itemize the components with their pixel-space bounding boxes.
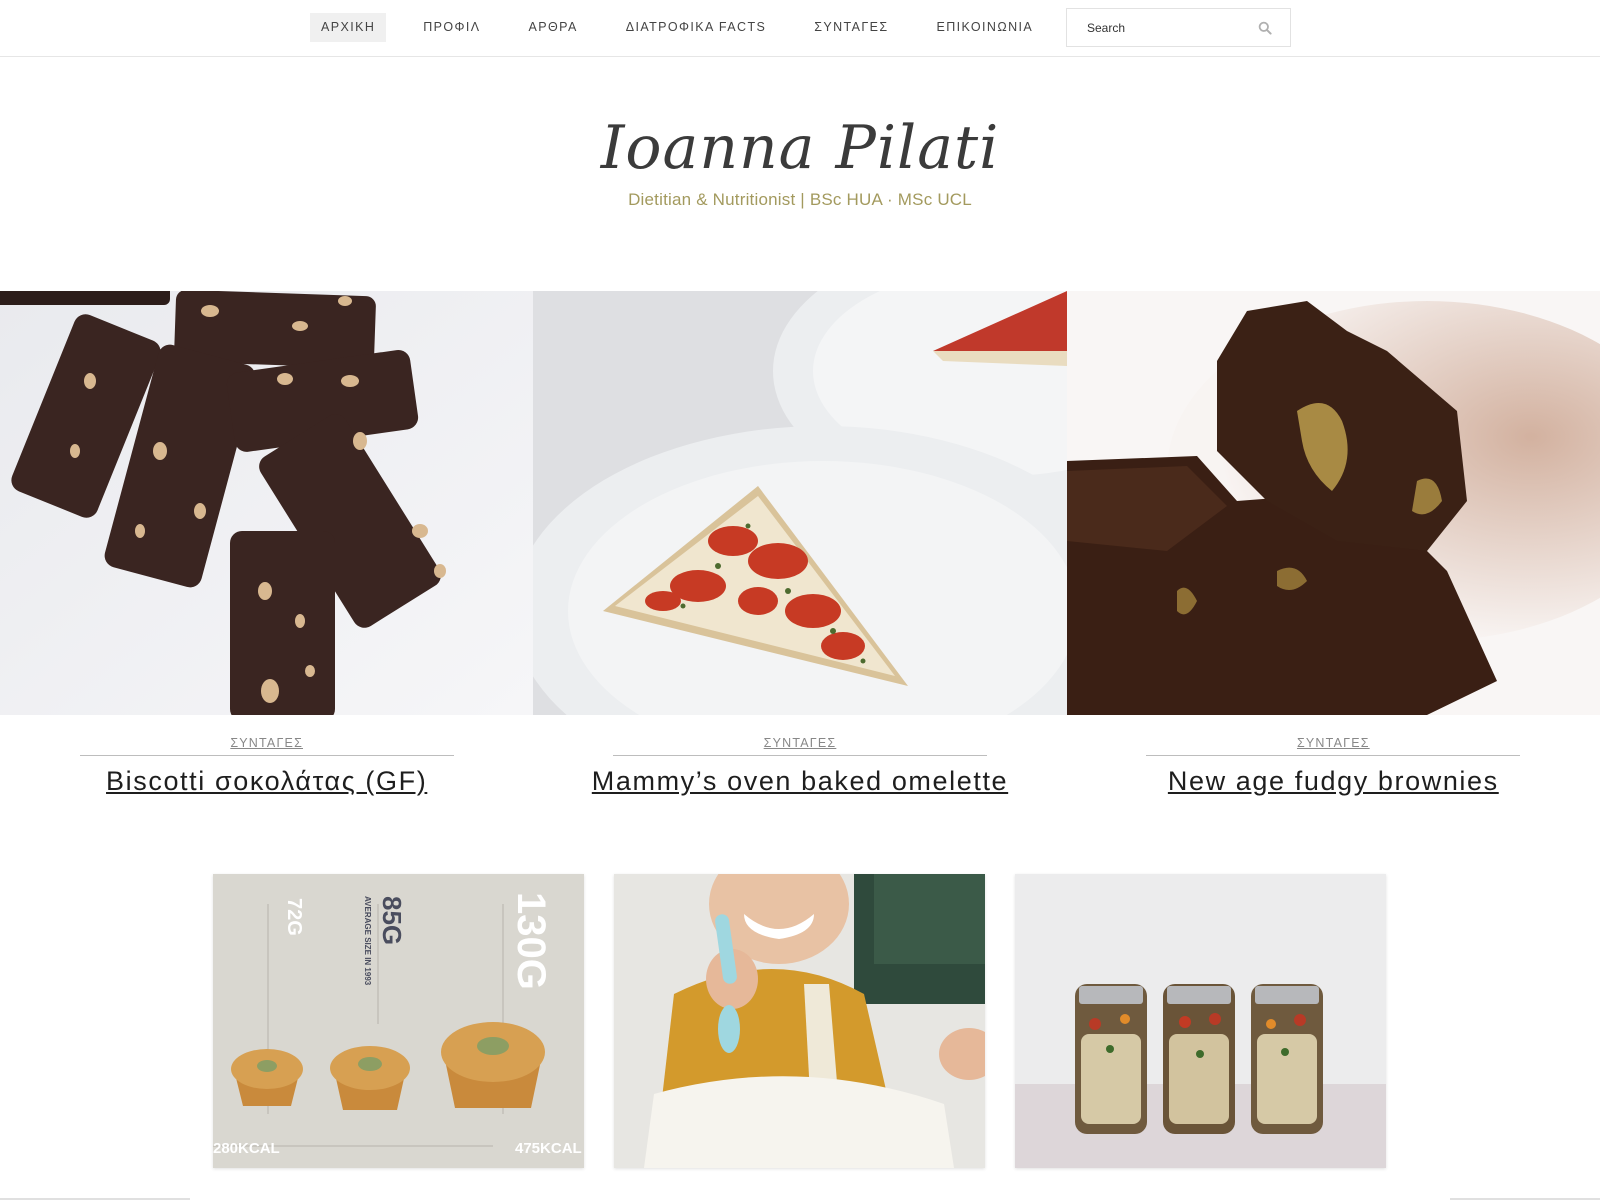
jar-middle [1163, 984, 1235, 1134]
kcal-label-right: 475KCAL [515, 1140, 582, 1157]
post-title-link[interactable]: New age fudgy brownies [1067, 766, 1600, 797]
nav-item-nutrition-facts[interactable]: ΔΙΑΤΡΟΦΙΚΑ FACTS [615, 13, 778, 42]
featured-image-omelette[interactable] [533, 291, 1067, 715]
post-card-jars[interactable] [1015, 874, 1386, 1168]
post-grid: 72G 85G AVERAGE SIZE IN 1993 130G 280KCA… [213, 874, 1387, 1168]
category-link[interactable]: ΣΥΝΤΑΓΕΣ [79, 736, 454, 756]
search-icon[interactable] [1258, 21, 1272, 35]
post-title-link[interactable]: Biscotti σοκολάτας (GF) [0, 766, 533, 797]
weight-label-72: 72G [283, 898, 305, 936]
search-input[interactable] [1067, 9, 1257, 46]
category-link[interactable]: ΣΥΝΤΑΓΕΣ [1146, 736, 1521, 756]
nav-item-articles[interactable]: ΑΡΘΡΑ [518, 13, 589, 42]
featured-caption-biscotti: ΣΥΝΤΑΓΕΣ Biscotti σοκολάτας (GF) [0, 736, 533, 797]
kcal-label-left: 280KCAL [213, 1140, 280, 1157]
post-title-link[interactable]: Mammy’s oven baked omelette [533, 766, 1066, 797]
featured-captions: ΣΥΝΤΑΓΕΣ Biscotti σοκολάτας (GF) ΣΥΝΤΑΓΕ… [0, 736, 1600, 797]
weight-label-130: 130G [509, 892, 553, 990]
jar-left [1075, 984, 1147, 1134]
jar-right [1251, 984, 1323, 1134]
featured-caption-brownies: ΣΥΝΤΑΓΕΣ New age fudgy brownies [1067, 736, 1600, 797]
logo-name: Ioanna Pilati [600, 113, 1000, 183]
average-size-label: AVERAGE SIZE IN 1993 [363, 896, 372, 986]
site-logo[interactable]: Ioanna Pilati Dietitian & Nutritionist |… [0, 110, 1600, 210]
nav-item-profile[interactable]: ΠΡΟΦΙΛ [412, 13, 491, 42]
weight-label-85: 85G [377, 896, 407, 945]
top-navigation-bar: ΑΡΧΙΚΗ ΠΡΟΦΙΛ ΑΡΘΡΑ ΔΙΑΤΡΟΦΙΚΑ FACTS ΣΥΝ… [0, 0, 1600, 57]
category-link[interactable]: ΣΥΝΤΑΓΕΣ [612, 736, 987, 756]
featured-image-biscotti[interactable] [0, 291, 534, 715]
search-box [1066, 8, 1291, 47]
post-card-baby[interactable] [614, 874, 985, 1168]
muffin-medium [330, 1046, 410, 1110]
logo-tagline: Dietitian & Nutritionist | BSc HUA · MSc… [628, 190, 972, 209]
muffin-small [231, 1049, 303, 1106]
muffin-large [441, 1022, 545, 1108]
nav-item-home[interactable]: ΑΡΧΙΚΗ [310, 13, 387, 42]
post-card-muffins[interactable]: 72G 85G AVERAGE SIZE IN 1993 130G 280KCA… [213, 874, 584, 1168]
featured-image-brownies[interactable] [1066, 291, 1600, 715]
featured-slider [0, 291, 1600, 715]
nav-item-contact[interactable]: ΕΠΙΚΟΙΝΩΝΙΑ [926, 13, 1045, 42]
featured-caption-omelette: ΣΥΝΤΑΓΕΣ Mammy’s oven baked omelette [533, 736, 1066, 797]
nav-item-recipes[interactable]: ΣΥΝΤΑΓΕΣ [803, 13, 899, 42]
main-menu: ΑΡΧΙΚΗ ΠΡΟΦΙΛ ΑΡΘΡΑ ΔΙΑΤΡΟΦΙΚΑ FACTS ΣΥΝ… [310, 13, 1070, 42]
